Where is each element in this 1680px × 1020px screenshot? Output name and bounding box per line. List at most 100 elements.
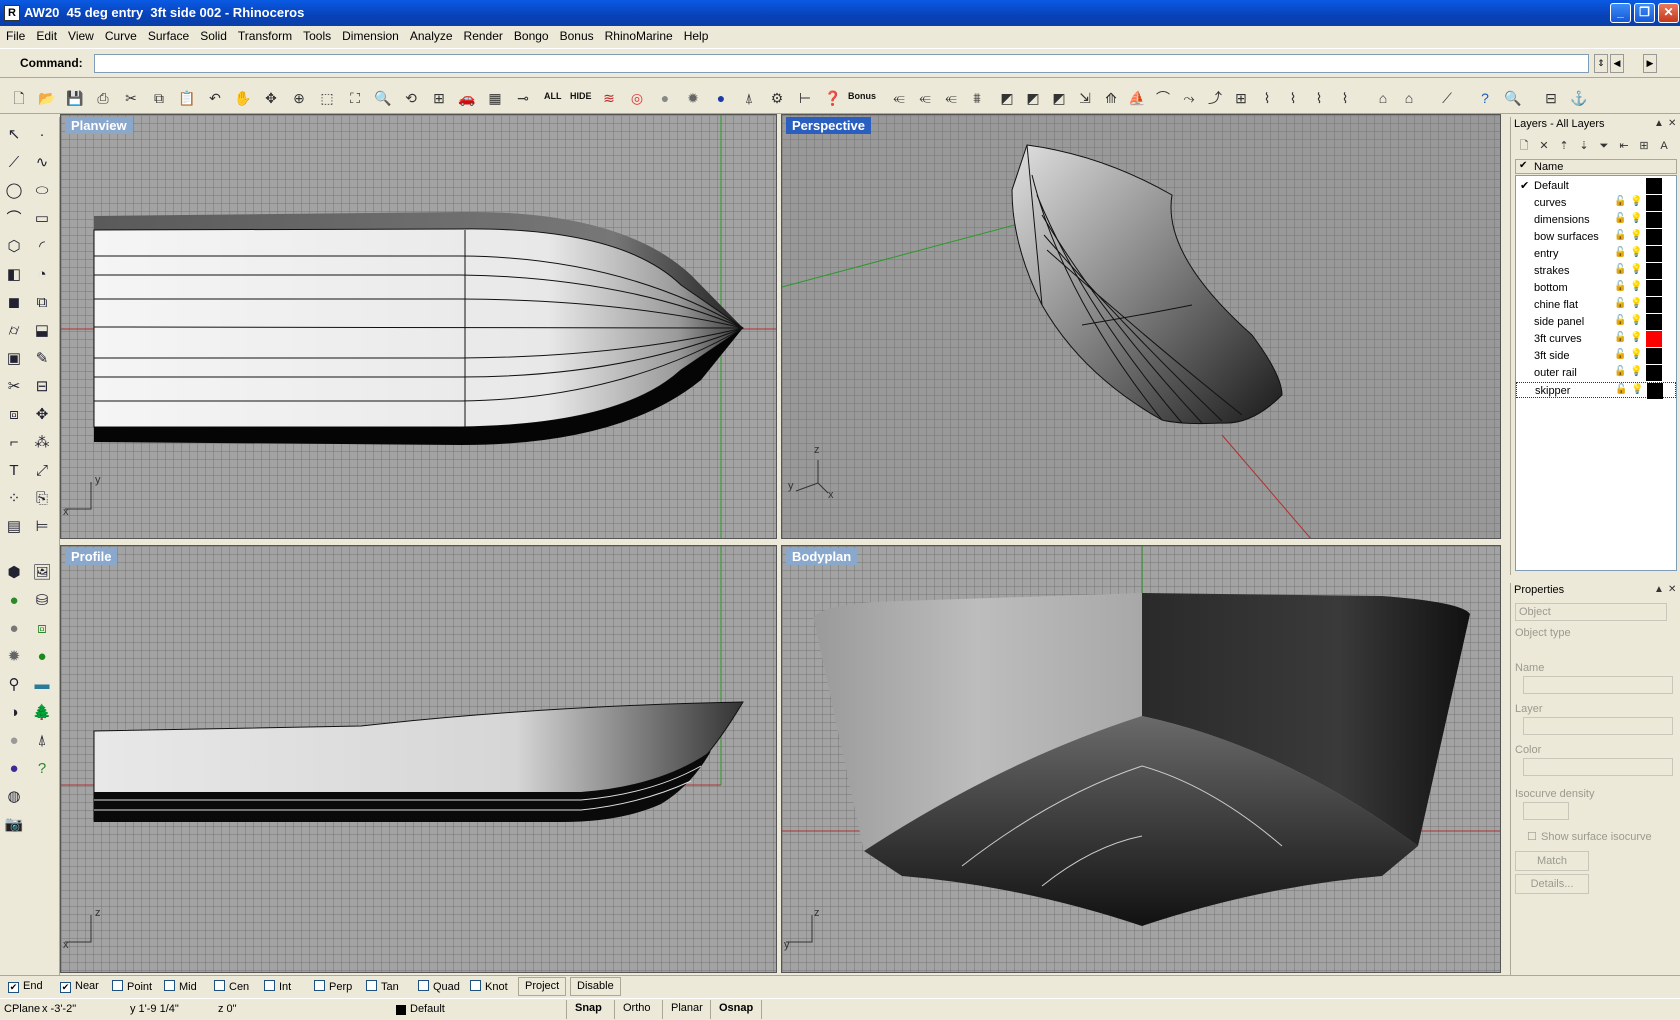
cone-light-icon[interactable]: ⍋ [30, 729, 54, 753]
layer-row[interactable]: dimensions 🔓 💡 [1516, 212, 1676, 228]
object-type-select[interactable]: Object [1515, 603, 1667, 621]
perspective-label[interactable]: Perspective [786, 117, 871, 134]
menu-bonus[interactable]: Bonus [554, 26, 599, 43]
undo-view-icon[interactable]: ⟲ [400, 87, 422, 109]
marine-tool-19-icon[interactable]: ⌂ [1372, 87, 1394, 109]
menu-tools[interactable]: Tools [297, 26, 336, 43]
layer-row[interactable]: entry 🔓 💡 [1516, 246, 1676, 262]
move-icon[interactable]: ✥ [30, 403, 54, 427]
visibility-bulb-icon[interactable]: 💡 [1630, 281, 1642, 292]
layers-column-header[interactable]: ✔ Name [1515, 159, 1677, 174]
new-file-icon[interactable]: 🗋 [8, 87, 30, 109]
extrude-icon[interactable]: ⬓ [30, 319, 54, 343]
layers-icon[interactable]: ≋ [598, 87, 620, 109]
render-box-icon[interactable]: ⬢ [2, 561, 26, 585]
scroll-up-down-icon[interactable]: ⇕ [1594, 54, 1608, 73]
properties-menu-icon[interactable]: ▲ [1654, 584, 1664, 595]
lock-icon[interactable]: 🔓 [1614, 349, 1626, 360]
lock-icon[interactable]: 🔓 [1614, 366, 1626, 377]
four-viewports-icon[interactable]: ⊞ [428, 87, 450, 109]
layer-tool-1-icon[interactable]: ⇤ [1613, 135, 1635, 157]
layer-row[interactable]: 3ft curves 🔓 💡 [1516, 331, 1676, 347]
color-wheel-icon[interactable]: ◎ [626, 87, 648, 109]
layer-color-swatch[interactable] [1646, 229, 1662, 245]
layer-row[interactable]: outer rail 🔓 💡 [1516, 365, 1676, 381]
surface-icon[interactable]: ◧ [2, 263, 26, 287]
marine-tool-14-icon[interactable]: ⊞ [1230, 87, 1252, 109]
osnap-quad[interactable]: Quad [418, 980, 460, 993]
marine-tool-9-icon[interactable]: ⟰ [1100, 87, 1122, 109]
array-icon[interactable]: ⁂ [30, 431, 54, 455]
layer-color-swatch[interactable] [1646, 348, 1662, 364]
bodyplan-label[interactable]: Bodyplan [786, 548, 858, 565]
osnap-disable-button[interactable]: Disable [570, 977, 621, 996]
circle-icon[interactable]: ◯ [2, 179, 26, 203]
rotate-view-icon[interactable]: ✥ [260, 87, 282, 109]
osnap-toggle[interactable]: Osnap [710, 1000, 763, 1019]
marine-tool-4-icon[interactable]: ⩩ [966, 87, 988, 109]
move-layer-up-icon[interactable]: ⇡ [1553, 135, 1575, 157]
cylinder-icon[interactable]: ⌭ [2, 319, 26, 343]
layer-tool-3-icon[interactable]: A [1653, 135, 1675, 157]
layer-row[interactable]: strakes 🔓 💡 [1516, 263, 1676, 279]
layer-color-swatch[interactable] [1646, 297, 1662, 313]
matte-sphere-icon[interactable]: ● [2, 729, 26, 753]
show-isocurve-checkbox[interactable]: ☐ [1527, 830, 1537, 843]
green-sphere-icon[interactable]: ● [30, 645, 54, 669]
cut-icon[interactable]: ✂ [120, 87, 142, 109]
viewport-planview[interactable]: y x Planview [60, 114, 777, 539]
marine-tool-22-icon[interactable]: ⊟ [1540, 87, 1562, 109]
arc-icon[interactable]: ◜ [30, 235, 54, 259]
layer-row[interactable]: skipper 🔓 💡 [1516, 382, 1676, 399]
tree-icon[interactable]: 🌲 [30, 701, 54, 725]
panel-close-icon[interactable]: ✕ [1668, 118, 1676, 129]
menu-surface[interactable]: Surface [142, 26, 194, 43]
render-sphere-icon[interactable]: ✹ [682, 87, 704, 109]
layer-color-swatch[interactable] [1647, 383, 1663, 399]
viewport-profile[interactable]: z x Profile [60, 545, 777, 973]
layer-select[interactable] [1523, 717, 1673, 735]
help-search-icon[interactable]: 🔍 [1502, 87, 1524, 109]
shaded-sphere-icon[interactable]: ● [654, 87, 676, 109]
name-field[interactable] [1523, 676, 1673, 694]
visibility-bulb-icon[interactable]: 💡 [1630, 332, 1642, 343]
texture-sphere-icon[interactable]: ◍ [2, 785, 26, 809]
layer-tool-2-icon[interactable]: ⊞ [1633, 135, 1655, 157]
marine-tool-17-icon[interactable]: ⌇ [1308, 87, 1330, 109]
bonus-tools-button[interactable]: Bonus [848, 91, 876, 101]
options-gear-icon[interactable]: ⚙ [766, 87, 788, 109]
marine-tool-12-icon[interactable]: ⤳ [1178, 87, 1200, 109]
group-icon[interactable]: ⧈ [2, 403, 26, 427]
ortho-toggle[interactable]: Ortho [614, 1000, 659, 1019]
lock-icon[interactable]: 🔓 [1615, 384, 1627, 395]
points-on-icon[interactable]: ⁘ [2, 487, 26, 511]
delete-layer-icon[interactable]: ✕ [1533, 135, 1555, 157]
layer-color-swatch[interactable] [1646, 246, 1662, 262]
pan-icon[interactable]: ✋ [232, 87, 254, 109]
color-select[interactable] [1523, 758, 1673, 776]
ellipse-icon[interactable]: ⬭ [30, 179, 54, 203]
boolean-icon[interactable]: ⧉ [30, 291, 54, 315]
profile-label[interactable]: Profile [65, 548, 118, 565]
layer-row[interactable]: curves 🔓 💡 [1516, 195, 1676, 211]
snap-toggle[interactable]: Snap [566, 1000, 610, 1019]
layer-color-swatch[interactable] [1646, 263, 1662, 279]
gray-sphere-icon[interactable]: ● [2, 617, 26, 641]
fillet-icon[interactable]: ⌐ [2, 431, 26, 455]
layer-color-swatch[interactable] [1646, 178, 1662, 194]
render-blue-sphere-icon[interactable]: ● [710, 87, 732, 109]
move-layer-down-icon[interactable]: ⇣ [1573, 135, 1595, 157]
command-input[interactable] [94, 54, 1589, 73]
purple-sphere-icon[interactable]: ● [2, 757, 26, 781]
menu-render[interactable]: Render [458, 26, 508, 43]
menu-file[interactable]: File [0, 26, 30, 43]
minimize-button[interactable]: _ [1610, 3, 1631, 23]
picture-icon[interactable]: 🖼 [30, 561, 54, 585]
car-icon[interactable]: 🚗 [456, 87, 478, 109]
scroll-right-icon[interactable]: ▶ [1643, 54, 1657, 73]
lock-icon[interactable]: 🔓 [1614, 281, 1626, 292]
zoom-window-icon[interactable]: ⬚ [316, 87, 338, 109]
planview-label[interactable]: Planview [65, 117, 133, 134]
properties-close-icon[interactable]: ✕ [1668, 584, 1676, 595]
osnap-cen[interactable]: Cen [214, 980, 249, 993]
